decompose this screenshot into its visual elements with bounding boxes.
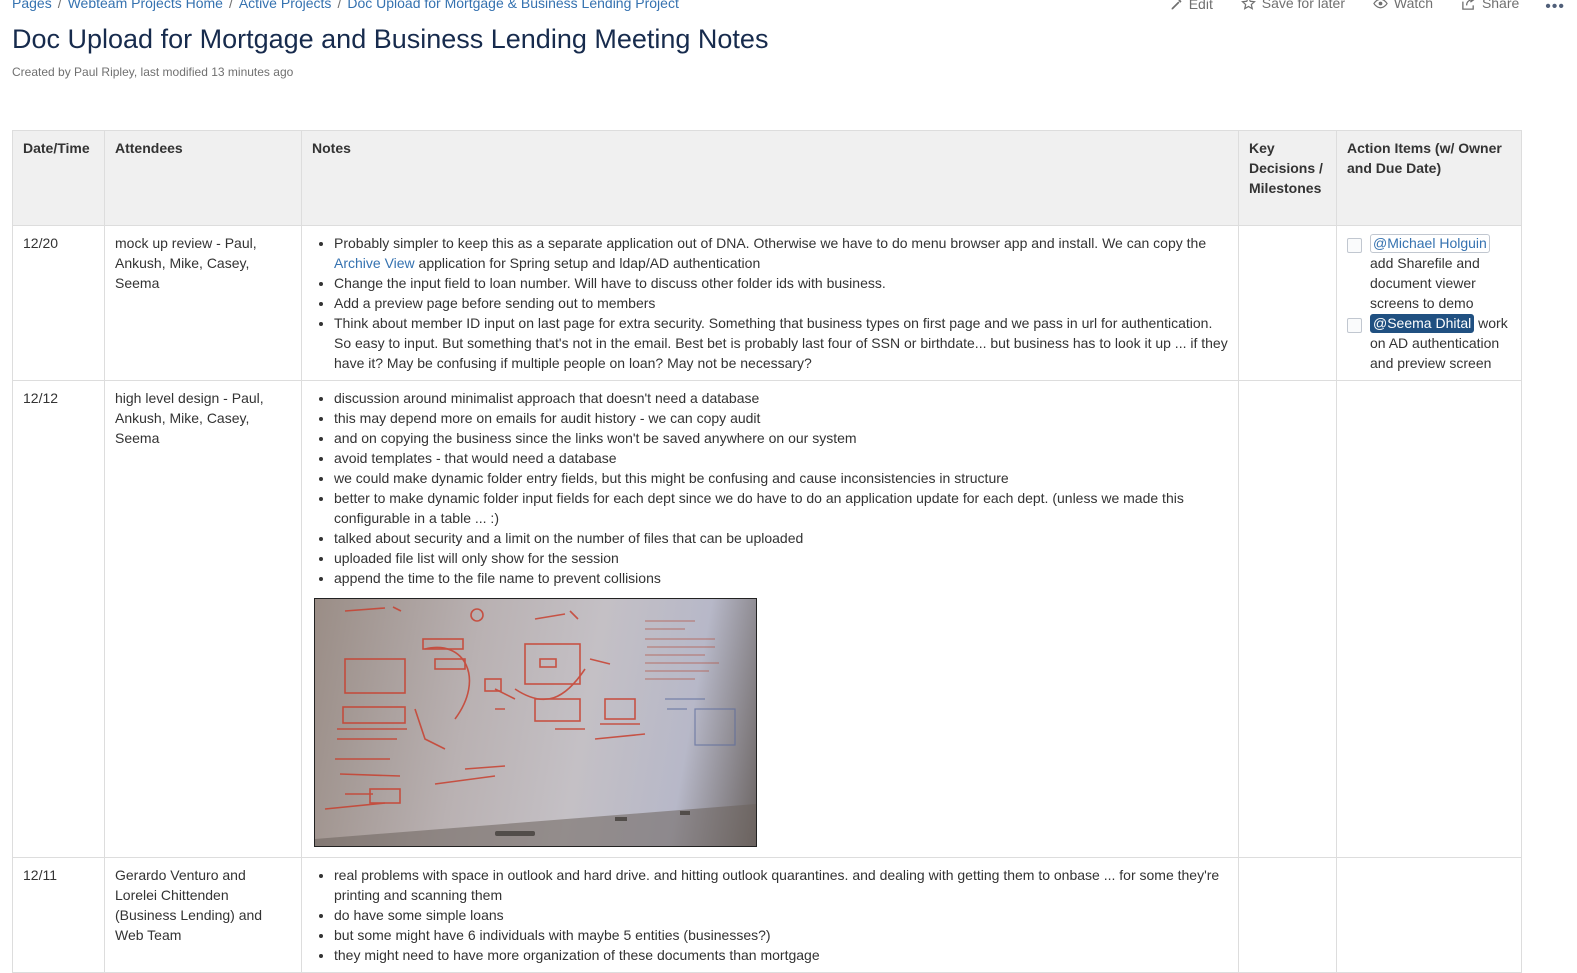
- share-button[interactable]: Share: [1461, 0, 1519, 11]
- list-item: they might need to have more organizatio…: [334, 945, 1228, 965]
- list-item: but some might have 6 individuals with m…: [334, 925, 1228, 945]
- list-item: Add a preview page before sending out to…: [334, 293, 1228, 313]
- list-item: better to make dynamic folder input fiel…: [334, 488, 1228, 528]
- page-title: Doc Upload for Mortgage and Business Len…: [12, 24, 769, 54]
- list-item: real problems with space in outlook and …: [334, 865, 1228, 905]
- breadcrumb-separator: /: [57, 0, 62, 11]
- table-row: 12/20 mock up review - Paul, Ankush, Mik…: [12, 225, 1522, 381]
- whiteboard-sketch: [315, 606, 756, 846]
- save-for-later-button[interactable]: Save for later: [1240, 0, 1345, 11]
- task-description: add Sharefile and document viewer screen…: [1370, 255, 1480, 311]
- notes-cell: discussion around minimalist approach th…: [301, 380, 1239, 858]
- author-link[interactable]: Paul Ripley: [74, 65, 134, 79]
- date-cell: 12/20: [12, 225, 105, 381]
- header-date-time: Date/Time: [12, 130, 105, 226]
- breadcrumb-pages[interactable]: Pages: [12, 0, 52, 11]
- user-mention[interactable]: @Michael Holguin: [1370, 234, 1490, 253]
- notes-list: Probably simpler to keep this as a separ…: [312, 233, 1228, 373]
- notes-cell: real problems with space in outlook and …: [301, 857, 1239, 973]
- date-cell: 12/11: [12, 857, 105, 973]
- eye-icon: [1373, 0, 1388, 8]
- byline-mid: , last modified: [133, 65, 212, 79]
- task-text: @Michael Holguin add Sharefile and docum…: [1370, 233, 1511, 313]
- list-item: talked about security and a limit on the…: [334, 528, 1228, 548]
- table-row: 12/11 Gerardo Venturo and Lorelei Chitte…: [12, 857, 1522, 973]
- archive-view-link[interactable]: Archive View: [334, 255, 415, 271]
- table-row: 12/12 high level design - Paul, Ankush, …: [12, 380, 1522, 858]
- attendees-cell: Gerardo Venturo and Lorelei Chittenden (…: [104, 857, 302, 973]
- top-bar: Pages / Webteam Projects Home / Active Proje…: [12, 0, 1577, 15]
- pencil-icon: [1171, 0, 1182, 9]
- save-for-later-label: Save for later: [1261, 0, 1345, 11]
- decisions-cell: [1238, 225, 1337, 381]
- task-checkbox[interactable]: [1347, 318, 1362, 333]
- edit-button[interactable]: Edit: [1170, 0, 1213, 12]
- breadcrumb-webteam-projects-home[interactable]: Webteam Projects Home: [68, 0, 223, 11]
- task-checkbox[interactable]: [1347, 238, 1362, 253]
- decisions-cell: [1238, 857, 1337, 973]
- breadcrumb-separator: /: [228, 0, 233, 11]
- list-item: Think about member ID input on last page…: [334, 313, 1228, 373]
- decisions-cell: [1238, 380, 1337, 858]
- list-item: avoid templates - that would need a data…: [334, 448, 1228, 468]
- date-cell: 12/12: [12, 380, 105, 858]
- page-byline: Created by Paul Ripley, last modified 13…: [12, 65, 293, 79]
- task-text: @Seema Dhital work on AD authentication …: [1370, 313, 1511, 373]
- list-item: Probably simpler to keep this as a separ…: [334, 233, 1228, 273]
- header-notes: Notes: [301, 130, 1239, 226]
- list-item: Change the input field to loan number. W…: [334, 273, 1228, 293]
- list-item: this may depend more on emails for audit…: [334, 408, 1228, 428]
- breadcrumb-doc-upload-project[interactable]: Doc Upload for Mortgage & Business Lendi…: [347, 0, 679, 11]
- breadcrumb-active-projects[interactable]: Active Projects: [239, 0, 332, 11]
- header-action-items: Action Items (w/ Owner and Due Date): [1336, 130, 1522, 226]
- list-item: uploaded file list will only show for th…: [334, 548, 1228, 568]
- notes-cell: Probably simpler to keep this as a separ…: [301, 225, 1239, 381]
- list-item: and on copying the business since the li…: [334, 428, 1228, 448]
- list-item: do have some simple loans: [334, 905, 1228, 925]
- whiteboard-photo[interactable]: [314, 598, 757, 847]
- share-label: Share: [1481, 0, 1520, 11]
- action-items-cell: [1336, 380, 1522, 858]
- notes-list: real problems with space in outlook and …: [312, 865, 1228, 965]
- header-attendees: Attendees: [104, 130, 302, 226]
- attendees-cell: mock up review - Paul, Ankush, Mike, Cas…: [104, 225, 302, 381]
- byline-prefix: Created by: [12, 65, 75, 79]
- breadcrumb: Pages / Webteam Projects Home / Active Proje…: [12, 0, 679, 11]
- meeting-notes-table-wrapper: Date/Time Attendees Notes Key Decisions …: [12, 130, 1522, 973]
- modified-link[interactable]: 13 minutes ago: [211, 65, 293, 79]
- list-item: append the time to the file name to prev…: [334, 568, 1228, 588]
- meeting-notes-table: Date/Time Attendees Notes Key Decisions …: [12, 130, 1522, 973]
- list-item: discussion around minimalist approach th…: [334, 388, 1228, 408]
- action-items-cell: [1336, 857, 1522, 973]
- page-actions: Edit Save for later Watch Share •••: [1146, 0, 1565, 16]
- more-icon[interactable]: •••: [1545, 0, 1565, 15]
- notes-list: discussion around minimalist approach th…: [312, 388, 1228, 588]
- action-items-cell: @Michael Holguin add Sharefile and docum…: [1336, 225, 1522, 381]
- header-key-decisions: Key Decisions / Milestones: [1238, 130, 1337, 226]
- star-icon: [1240, 0, 1256, 10]
- list-item: we could make dynamic folder entry field…: [334, 468, 1228, 488]
- task-item: @Seema Dhital work on AD authentication …: [1347, 313, 1511, 373]
- table-header-row: Date/Time Attendees Notes Key Decisions …: [12, 130, 1522, 226]
- breadcrumb-separator: /: [337, 0, 342, 11]
- share-icon: [1462, 0, 1474, 10]
- note-text: Probably simpler to keep this as a separ…: [334, 235, 1207, 251]
- attendees-cell: high level design - Paul, Ankush, Mike, …: [104, 380, 302, 858]
- user-mention-self[interactable]: @Seema Dhital: [1370, 314, 1475, 333]
- task-item: @Michael Holguin add Sharefile and docum…: [1347, 233, 1511, 313]
- note-text: application for Spring setup and ldap/AD…: [414, 255, 761, 271]
- watch-label: Watch: [1393, 0, 1434, 11]
- watch-button[interactable]: Watch: [1373, 0, 1433, 11]
- edit-label: Edit: [1188, 0, 1213, 12]
